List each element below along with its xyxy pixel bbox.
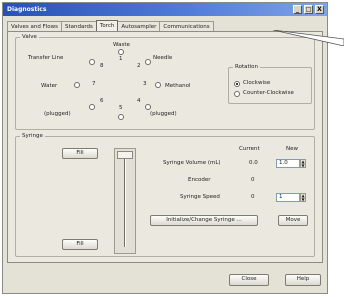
initialize-change-syringe-button[interactable]: Initialize/Change Syringe ... [150,215,258,226]
maximize-icon[interactable]: □ [304,5,313,14]
valve-label-plugged-right: (plugged) [150,111,177,117]
syringe-volume-current: 0.0 [249,160,258,166]
callout-pointer [273,30,344,46]
valve-label-methanol: Methanol [165,83,191,89]
syringe-fill-bottom-button[interactable]: Fill [62,239,98,250]
syringe-speed-new-input[interactable]: 1 [276,193,300,202]
minimize-icon[interactable]: _ [293,5,302,14]
valve-port-needle-radio[interactable] [145,59,151,65]
valve-port-plugged-right-radio[interactable] [145,104,151,110]
valve-port-number: 1 [119,56,123,62]
syringe-volume-new-input[interactable]: 1.0 [276,159,300,168]
rotation-clockwise-label: Clockwise [243,80,271,86]
valve-port-number: 2 [137,63,141,69]
syringe-group-legend: Syringe [22,133,43,139]
valve-port-number: 3 [143,81,147,87]
syringe-speed-spinner-icon[interactable]: ▲ ▼ [300,193,306,202]
valve-port-number: 4 [137,98,141,104]
valve-port-waste-radio[interactable] [118,49,124,55]
valve-port-bottom-radio[interactable] [118,114,124,120]
syringe-group: Syringe [15,133,315,257]
valve-port-plugged-left-radio[interactable] [89,104,95,110]
syringe-volume-label: Syringe Volume (mL) [163,160,221,166]
valve-port-water-radio[interactable] [74,82,80,88]
valve-label-needle: Needle [153,55,173,61]
valve-port-methanol-radio[interactable] [155,82,161,88]
syringe-speed-label: Syringe Speed [180,194,220,200]
torch-tab-panel: Valve Waste Transfer Line Needle Water M… [7,31,323,263]
valve-port-number: 6 [100,98,104,104]
move-button[interactable]: Move [278,215,308,226]
encoder-current: 0 [251,177,255,183]
valve-label-water: Water [41,83,58,89]
callout-arrow [273,30,344,46]
valve-label-plugged-left: (plugged) [44,111,71,117]
close-button[interactable]: Close [229,274,269,286]
title-bar: Diagnostics [3,3,327,16]
slider-track [124,155,126,247]
syringe-new-header: New [286,146,298,152]
valve-label-waste: Waste [113,42,130,48]
rotation-counter-clockwise-radio[interactable] [234,91,240,97]
syringe-volume-spinner-icon[interactable]: ▲ ▼ [300,159,306,168]
syringe-position-slider[interactable] [114,148,136,254]
rotation-counter-clockwise-label: Counter-Clockwise [243,90,294,96]
syringe-current-header: Current [239,146,260,152]
encoder-label: Encoder [188,177,211,183]
valve-label-transfer-line: Transfer Line [28,55,64,61]
valve-port-number: 7 [92,81,96,87]
rotation-clockwise-radio[interactable] [234,81,240,87]
help-button[interactable]: Help [285,274,321,286]
window-title: Diagnostics [7,6,47,13]
valve-port-number: 8 [100,63,104,69]
valve-group-legend: Valve [22,34,37,40]
rotation-group-legend: Rotation [235,64,259,70]
close-icon[interactable]: X [315,5,324,14]
slider-thumb[interactable] [117,151,133,159]
valve-port-number: 5 [119,105,123,111]
syringe-fill-top-button[interactable]: Fill [62,148,98,159]
syringe-speed-current: 0 [251,194,255,200]
valve-port-transfer-line-radio[interactable] [89,59,95,65]
